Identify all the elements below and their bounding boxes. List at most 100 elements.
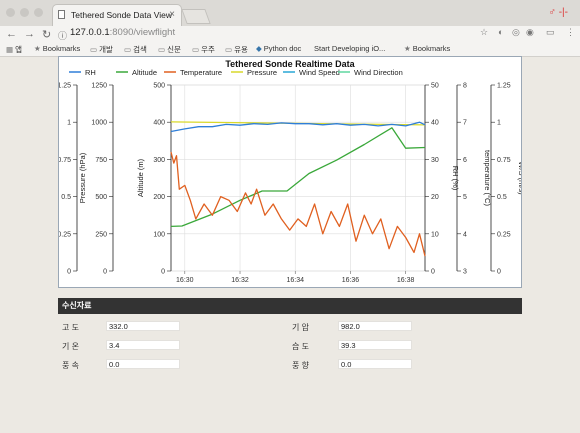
pressure-tick-label: 500 xyxy=(95,194,107,201)
wd-tick-label: 0.25 xyxy=(59,231,71,238)
browser-toolbar: ← → ↻ ⓘ 127.0.0.1:8090/viewflight ☆ ◐ ◎ … xyxy=(0,26,580,42)
cast-icon[interactable]: ▭ xyxy=(546,27,555,38)
pressure-tick-label: 250 xyxy=(95,231,107,238)
maximize-window-icon[interactable] xyxy=(34,8,43,17)
info-icon[interactable]: ⓘ xyxy=(58,29,67,42)
folder-icon: ▭ xyxy=(90,45,98,54)
forward-icon[interactable]: → xyxy=(24,28,35,40)
received-data-panel: 수신자료 고 도 332.0 기 압 982.0 기 온 3.4 습 도 39.… xyxy=(58,298,522,370)
bookmark-item[interactable]: ★ Bookmarks xyxy=(404,44,450,53)
chart-grid: 16:30 16:32 16:34 16:36 16:38 xyxy=(170,84,426,284)
realtime-chart: RH Altitude Temperature Pressure Wind Speed W… xyxy=(42,59,526,284)
wind-direction-value: 0.0 xyxy=(338,359,412,369)
altitude-tick-label: 100 xyxy=(153,231,165,238)
altitude-tick-label: 400 xyxy=(153,120,165,127)
temperature-tick-label: 6 xyxy=(463,157,467,164)
bookmark-star-icon[interactable]: ☆ xyxy=(480,27,488,38)
bookmark-folder[interactable]: ▭ 검색 xyxy=(124,44,147,55)
rh-axis-title: RH (%) xyxy=(451,166,460,191)
star-icon: ★ xyxy=(34,44,41,53)
altitude-axis-title: Altitude (m) xyxy=(136,158,145,197)
rh-tick-label: 30 xyxy=(431,157,439,164)
bookmark-folder[interactable]: ▭ 유용 xyxy=(225,44,248,55)
rh-tick-label: 50 xyxy=(431,83,439,90)
wd-tick-label: 1.25 xyxy=(59,83,71,90)
wd-tick-label: 1 xyxy=(67,120,71,127)
temperature-tick-label: 7 xyxy=(463,120,467,127)
python-icon: ◆ xyxy=(256,44,262,53)
chart-legend: RH Altitude Temperature Pressure Wind Speed W… xyxy=(69,68,403,77)
chart-panel: RH Altitude Temperature Pressure Wind Speed W… xyxy=(42,56,526,288)
pressure-value: 982.0 xyxy=(338,321,412,331)
menu-icon[interactable]: ⋮ xyxy=(566,27,575,38)
new-tab-button[interactable] xyxy=(181,9,211,24)
legend-label: Wind Direction xyxy=(354,68,403,77)
pressure-tick-label: 0 xyxy=(103,269,107,276)
wd-tick-label: 0.5 xyxy=(61,194,71,201)
close-tab-icon[interactable]: × xyxy=(169,9,175,20)
x-tick-label: 16:32 xyxy=(231,277,249,284)
bookmark-item[interactable]: ★ Bookmarks xyxy=(34,44,80,53)
wind-speed-value: 0.0 xyxy=(106,359,180,369)
temperature-value: 3.4 xyxy=(106,340,180,350)
wd-tick-label: 0 xyxy=(67,269,71,276)
ws-tick-label: 0 xyxy=(497,269,501,276)
document-icon xyxy=(58,10,65,19)
extension-3-icon[interactable]: ◉ xyxy=(526,27,534,38)
pressure-axis-title: Pressure (hPa) xyxy=(78,152,87,203)
x-tick-label: 16:36 xyxy=(342,277,360,284)
bookmark-folder[interactable]: ▭ 개발 xyxy=(90,44,113,55)
x-tick-label: 16:30 xyxy=(176,277,194,284)
humidity-value: 39.3 xyxy=(338,340,412,350)
rh-tick-label: 10 xyxy=(431,231,439,238)
legend-label: Wind Speed xyxy=(299,68,340,77)
browser-tabbar: Tethered Sonde Data View × ♂ -|- xyxy=(0,0,580,26)
reload-icon[interactable]: ↻ xyxy=(42,28,51,41)
folder-icon: ▭ xyxy=(192,45,200,54)
bookmark-folder[interactable]: ▭ 신문 xyxy=(158,44,181,55)
bookmark-folder[interactable]: ▭ 우주 xyxy=(192,44,215,55)
star-icon: ★ xyxy=(404,44,411,53)
back-icon[interactable]: ← xyxy=(6,28,17,40)
pressure-tick-label: 750 xyxy=(95,157,107,164)
ws-tick-label: 1.25 xyxy=(497,83,511,90)
received-data-header: 수신자료 xyxy=(58,298,522,314)
apps-icon: ▦ xyxy=(6,45,14,54)
ws-tick-label: 0.25 xyxy=(497,231,511,238)
temperature-tick-label: 4 xyxy=(463,231,467,238)
bookmark-python-doc[interactable]: ◆ Python doc xyxy=(256,44,301,53)
temperature-tick-label: 8 xyxy=(463,83,467,90)
rh-tick-label: 20 xyxy=(431,194,439,201)
folder-icon: ▭ xyxy=(124,45,132,54)
pressure-tick-label: 1000 xyxy=(91,120,107,127)
address-bar[interactable]: 127.0.0.1:8090/viewflight xyxy=(70,27,175,38)
temperature-tick-label: 5 xyxy=(463,194,467,201)
extension-icon[interactable]: ♂ -|- xyxy=(548,7,568,18)
altitude-tick-label: 200 xyxy=(153,194,165,201)
ws-tick-label: 1 xyxy=(497,120,501,127)
wind-direction-label: 풍 향 xyxy=(292,361,309,370)
extension-1-icon[interactable]: ◐ xyxy=(498,27,503,37)
altitude-tick-label: 0 xyxy=(161,269,165,276)
extension-2-icon[interactable]: ◎ xyxy=(512,27,520,38)
bookmark-start-developing[interactable]: Start Developing iO... xyxy=(312,44,385,53)
temperature-tick-label: 3 xyxy=(463,269,467,276)
x-tick-label: 16:38 xyxy=(397,277,415,284)
legend-label: Altitude xyxy=(132,68,157,77)
tab-title: Tethered Sonde Data View xyxy=(71,10,172,20)
wind-speed-label: 풍 속 xyxy=(62,361,79,370)
ws-axis-title: W/S (m/s) xyxy=(517,161,521,195)
ws-tick-label: 0.75 xyxy=(497,157,511,164)
browser-tab[interactable]: Tethered Sonde Data View × xyxy=(52,4,182,26)
wd-tick-label: 0.75 xyxy=(59,157,71,164)
chart-title: Tethered Sonde Realtime Data xyxy=(225,59,355,69)
altitude-value: 332.0 xyxy=(106,321,180,331)
folder-icon: ▭ xyxy=(158,45,166,54)
rh-tick-label: 40 xyxy=(431,120,439,127)
pressure-label: 기 압 xyxy=(292,323,309,332)
minimize-window-icon[interactable] xyxy=(20,8,29,17)
legend-label: Pressure xyxy=(247,68,277,77)
close-window-icon[interactable] xyxy=(6,8,15,17)
bookmark-apps[interactable]: ▦ 앱 xyxy=(6,44,22,55)
altitude-tick-label: 500 xyxy=(153,83,165,90)
